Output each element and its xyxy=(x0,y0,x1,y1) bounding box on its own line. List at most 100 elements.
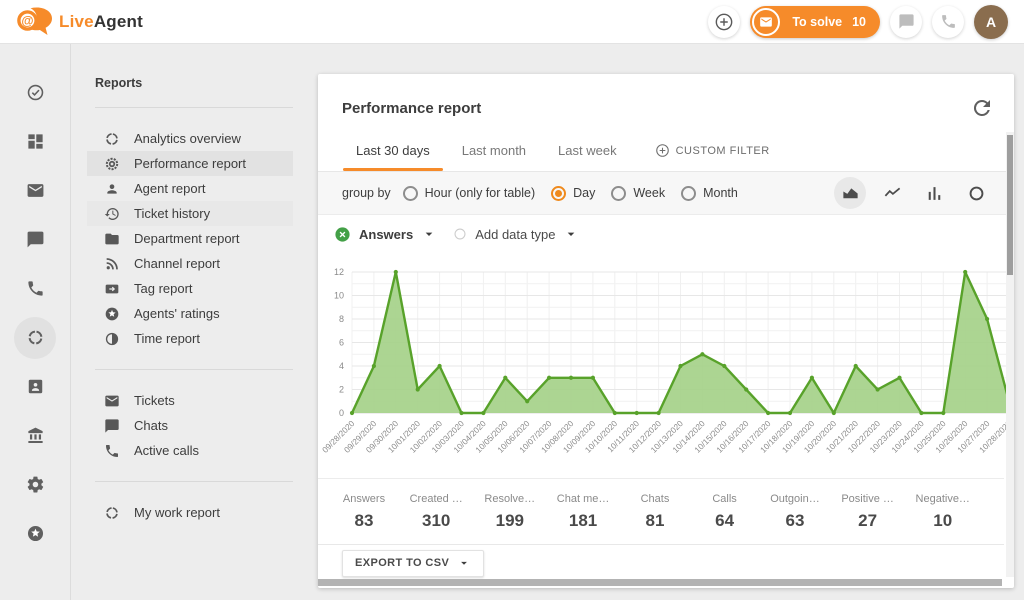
stat-label: Positive … xyxy=(841,493,894,505)
tab-label: Last week xyxy=(558,143,617,158)
star-circle-icon xyxy=(104,306,120,322)
to-solve-label: To solve xyxy=(792,15,842,29)
vertical-scrollbar[interactable] xyxy=(1006,132,1014,577)
stat-value: 81 xyxy=(631,511,679,531)
rail-item-star-circle[interactable] xyxy=(11,509,60,558)
avatar[interactable]: A xyxy=(974,5,1008,39)
sidebar-item-label: Agent report xyxy=(134,181,206,196)
scrollbar-thumb[interactable] xyxy=(1007,135,1013,275)
chart-type-line-chart[interactable] xyxy=(876,177,908,209)
horizontal-scrollbar[interactable] xyxy=(318,579,1002,586)
sidebar-item-label: Performance report xyxy=(134,156,246,171)
svg-text:@: @ xyxy=(21,14,33,28)
rail-item-ring[interactable] xyxy=(11,313,60,362)
export-csv-button[interactable]: EXPORT TO CSV xyxy=(342,550,484,577)
chat-icon xyxy=(898,13,915,30)
sidebar-item-tickets[interactable]: Tickets xyxy=(87,388,293,413)
to-solve-button[interactable]: To solve 10 xyxy=(750,6,880,38)
sidebar-item-label: Active calls xyxy=(134,443,199,458)
summary-stats-row: Answers83Created …310Resolve…199Chat me…… xyxy=(318,478,1004,544)
sidebar-item-chats[interactable]: Chats xyxy=(87,413,293,438)
stat-label: Negative… xyxy=(916,493,970,505)
stat-value: 10 xyxy=(916,511,970,531)
radio-icon[interactable] xyxy=(611,186,626,201)
stat-value: 83 xyxy=(340,511,388,531)
chevron-down-icon xyxy=(457,556,471,570)
sidebar-item-active-calls[interactable]: Active calls xyxy=(87,438,293,463)
brand-logo[interactable]: @ LiveAgent xyxy=(16,6,143,37)
dashboard-icon xyxy=(26,132,45,151)
chart-type-donut[interactable] xyxy=(960,177,992,209)
mail-badge xyxy=(752,8,780,36)
calls-button[interactable] xyxy=(932,6,964,38)
sidebar-item-channel-report[interactable]: Channel report xyxy=(87,251,293,276)
stat-outgoin: Outgoin…63 xyxy=(770,493,820,531)
sidebar-item-time-report[interactable]: Time report xyxy=(87,326,293,351)
sidebar-item-label: Tag report xyxy=(134,281,193,296)
radio-icon[interactable] xyxy=(403,186,418,201)
sidebar-item-department-report[interactable]: Department report xyxy=(87,226,293,251)
sidebar-item-performance-report[interactable]: Performance report xyxy=(87,151,293,176)
sidebar-item-ticket-history[interactable]: Ticket history xyxy=(87,201,293,226)
chat-icon xyxy=(104,418,120,434)
remove-series-icon[interactable] xyxy=(334,226,351,243)
add-new-button[interactable] xyxy=(708,6,740,38)
rail-item-gear[interactable] xyxy=(11,460,60,509)
radio-option-week[interactable]: Week xyxy=(611,186,665,201)
rail-item-contact-card[interactable] xyxy=(11,362,60,411)
gear-target-icon xyxy=(104,156,120,172)
gear-icon xyxy=(26,475,45,494)
stat-chat-me: Chat me…181 xyxy=(557,493,610,531)
sidebar-section: Analytics overview Performance report Agen… xyxy=(71,108,318,369)
radio-label: Day xyxy=(573,186,595,200)
refresh-icon xyxy=(970,96,994,120)
rail-item-dashboard[interactable] xyxy=(11,117,60,166)
rail-item-bank[interactable] xyxy=(11,411,60,460)
chart-type-bar-chart[interactable] xyxy=(918,177,950,209)
plus-circle-icon xyxy=(714,12,734,32)
reports-sidebar: Reports Analytics overviewPerformance re… xyxy=(71,44,318,600)
rail-item-mail[interactable] xyxy=(11,166,60,215)
sidebar-item-analytics-overview[interactable]: Analytics overview xyxy=(87,126,293,151)
chevron-down-icon xyxy=(563,226,579,242)
radio-icon[interactable] xyxy=(681,186,696,201)
check-circle-icon xyxy=(26,83,45,102)
refresh-button[interactable] xyxy=(970,96,994,120)
phone-icon xyxy=(26,279,45,298)
radio-label: Month xyxy=(703,186,738,200)
stat-value: 64 xyxy=(701,511,749,531)
icon-rail xyxy=(0,44,71,600)
answers-area-chart[interactable]: 02468101209/28/202009/29/202009/30/20201… xyxy=(318,253,1014,478)
rail-item-phone[interactable] xyxy=(11,264,60,313)
tag-icon xyxy=(104,281,120,297)
chat-icon xyxy=(26,230,45,249)
line-chart-icon xyxy=(883,184,902,203)
chats-button[interactable] xyxy=(890,6,922,38)
sidebar-section: My work report xyxy=(71,482,318,543)
sidebar-item-my-work-report[interactable]: My work report xyxy=(87,500,293,525)
stat-value: 181 xyxy=(557,511,610,531)
tab-custom-filter[interactable]: CUSTOM FILTER xyxy=(639,130,786,171)
stat-value: 27 xyxy=(841,511,894,531)
phone-icon xyxy=(940,13,957,30)
answers-series-chip[interactable]: Answers xyxy=(334,226,437,243)
sidebar-item-agent-report[interactable]: Agent report xyxy=(87,176,293,201)
brand-name: LiveAgent xyxy=(59,12,143,32)
sidebar-item-tag-report[interactable]: Tag report xyxy=(87,276,293,301)
radio-option-day[interactable]: Day xyxy=(551,186,595,201)
rail-item-check-circle[interactable] xyxy=(11,68,60,117)
chart-type-switcher xyxy=(834,177,992,209)
tab-last-30-days[interactable]: Last 30 days xyxy=(340,130,446,171)
radio-option-month[interactable]: Month xyxy=(681,186,738,201)
tab-last-week[interactable]: Last week xyxy=(542,130,633,171)
chart-type-area-chart[interactable] xyxy=(834,177,866,209)
sidebar-item-agents-ratings[interactable]: Agents' ratings xyxy=(87,301,293,326)
add-data-type-button[interactable]: Add data type xyxy=(453,226,579,242)
radio-option-hour-only-for-table[interactable]: Hour (only for table) xyxy=(403,186,535,201)
stat-answers: Answers83 xyxy=(340,493,388,531)
stat-value: 63 xyxy=(770,511,820,531)
mail-icon xyxy=(104,393,120,409)
radio-icon[interactable] xyxy=(551,186,566,201)
tab-last-month[interactable]: Last month xyxy=(446,130,542,171)
rail-item-chat[interactable] xyxy=(11,215,60,264)
